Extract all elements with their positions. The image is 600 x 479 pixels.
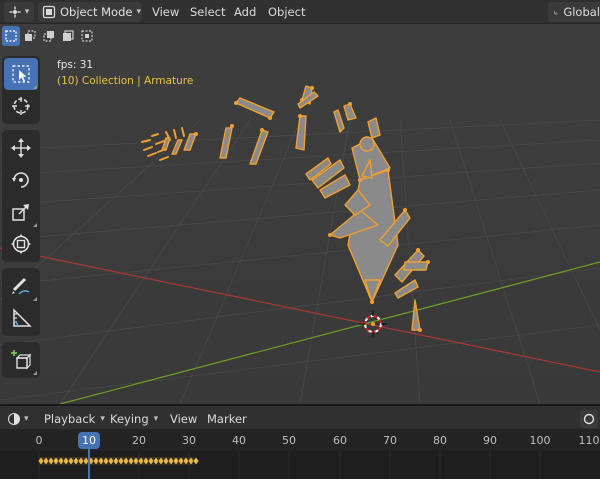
editor-type-button[interactable]: ▾ (4, 2, 34, 22)
rotate-icon (12, 172, 29, 188)
selection-mode-group (0, 26, 102, 48)
move-tool[interactable] (4, 132, 38, 164)
timeline-keyframe-area[interactable] (0, 451, 600, 479)
frame-tick-label: 70 (383, 434, 397, 447)
tool-group-add (2, 342, 40, 378)
3d-viewport[interactable]: fps: 31 (10) Collection | Armature (0, 24, 600, 404)
select-box-tool[interactable] (4, 58, 38, 90)
frame-tick-label: 80 (433, 434, 447, 447)
frame-ruler[interactable]: 0 20 30 40 50 60 70 80 90 100 110 10 (0, 429, 600, 451)
frame-tick-label: 60 (333, 434, 347, 447)
timeline-editor-type-button[interactable]: ▾ (4, 409, 32, 428)
move-icon (11, 138, 31, 158)
scale-tool[interactable] (4, 196, 38, 228)
chevron-down-icon: ▾ (24, 7, 30, 17)
select-box-icon (12, 65, 30, 83)
collection-label: (10) Collection | Armature (57, 75, 194, 87)
orientation-label: Global (563, 5, 600, 19)
timeline-menu-view[interactable]: View (170, 412, 197, 426)
tool-flyout-indicator (33, 85, 37, 89)
frame-tick-label: 40 (232, 434, 246, 447)
playback-label: Playback (44, 412, 96, 426)
menu-select[interactable]: Select (190, 5, 225, 19)
fps-readout: fps: 31 (57, 59, 94, 71)
annotate-pencil-icon (12, 277, 30, 295)
timeline-menu-keying[interactable]: Keying ▾ (110, 412, 158, 426)
tool-group-select (2, 56, 40, 124)
scale-icon (12, 204, 29, 221)
cursor-tool[interactable] (4, 90, 38, 122)
chevron-down-icon: ▾ (153, 414, 159, 424)
current-frame-indicator[interactable]: 10 (78, 432, 100, 449)
transform-orientation-dropdown[interactable]: Global (548, 2, 600, 22)
frame-tick-label: 50 (282, 434, 296, 447)
measure-tool[interactable] (4, 302, 38, 334)
playhead-stem (88, 449, 90, 451)
auto-keying-button[interactable] (580, 410, 598, 428)
tool-flyout-indicator (33, 371, 37, 375)
frame-tick-label: 30 (182, 434, 196, 447)
select-intersect-icon[interactable] (78, 26, 96, 46)
tool-flyout-indicator (33, 297, 37, 301)
orientation-icon (554, 10, 558, 14)
clock-icon (8, 412, 20, 425)
tool-group-annotate (2, 268, 40, 336)
tool-shelf (2, 56, 40, 384)
timeline-menu-playback[interactable]: Playback ▾ (44, 412, 105, 426)
keyframe-track (0, 451, 600, 479)
menu-object[interactable]: Object (268, 5, 305, 19)
object-mode-icon (42, 5, 56, 19)
transform-tool[interactable] (4, 228, 38, 260)
measure-ruler-icon (13, 308, 32, 327)
tool-flyout-indicator (33, 223, 37, 227)
menu-view[interactable]: View (152, 5, 179, 19)
transform-icon (11, 234, 31, 254)
menu-add[interactable]: Add (234, 5, 256, 19)
mode-dropdown[interactable]: Object Mode ▾ (38, 2, 142, 22)
timeline-editor: ▾ Playback ▾ Keying ▾ View Marker 0 20 3… (0, 404, 600, 479)
select-new-icon[interactable] (2, 26, 20, 46)
timeline-header: ▾ Playback ▾ Keying ▾ View Marker (0, 404, 600, 429)
frame-tick-label: 90 (483, 434, 497, 447)
frame-tick-label: 20 (132, 434, 146, 447)
axis-gizmo-icon (9, 6, 21, 18)
frame-tick-label: 100 (529, 434, 551, 447)
frame-tick-label: 110 (578, 434, 600, 447)
frame-tick-label: 0 (35, 434, 43, 447)
select-invert-icon[interactable] (59, 26, 77, 46)
keying-label: Keying (110, 412, 149, 426)
select-extend-icon[interactable] (21, 26, 39, 46)
add-cube-icon (11, 350, 32, 370)
select-subtract-icon[interactable] (40, 26, 58, 46)
tool-group-transform (2, 130, 40, 262)
cursor-icon (12, 97, 30, 115)
chevron-down-icon: ▾ (136, 7, 141, 17)
chevron-down-icon: ▾ (100, 414, 105, 424)
timeline-menu-marker[interactable]: Marker (207, 412, 247, 426)
chevron-down-icon: ▾ (24, 413, 29, 424)
record-icon (583, 413, 595, 425)
rotate-tool[interactable] (4, 164, 38, 196)
mode-label: Object Mode (60, 5, 133, 19)
annotate-tool[interactable] (4, 270, 38, 302)
viewport-header: ▾ Object Mode ▾ View Select Add Object G… (0, 0, 600, 24)
add-cube-tool[interactable] (4, 344, 38, 376)
